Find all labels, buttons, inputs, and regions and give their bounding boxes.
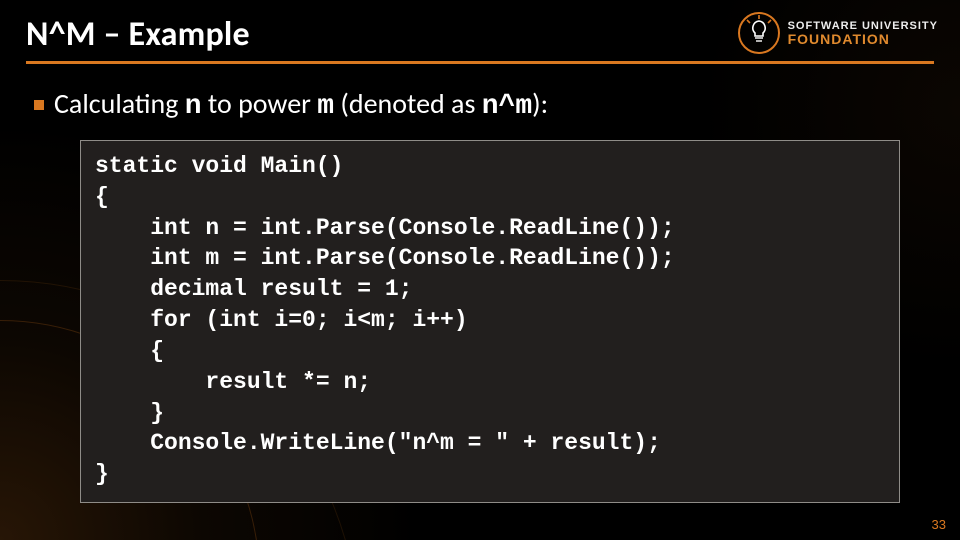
page-number: 33 [932, 517, 946, 532]
logo-text-line2: FOUNDATION [788, 32, 938, 46]
bullet-frag: ): [532, 86, 548, 121]
bullet-text: Calculating n to power m (denoted as n^m… [54, 86, 548, 122]
bullet-frag: to power [202, 86, 318, 121]
logo-text-line1: SOFTWARE UNIVERSITY [788, 21, 938, 32]
inline-code-n: n [185, 91, 202, 122]
bullet-frag: Calculating [54, 86, 185, 121]
slide: SOFTWARE UNIVERSITY FOUNDATION N^M – Exa… [0, 0, 960, 540]
inline-code-m: m [317, 91, 334, 122]
logo: SOFTWARE UNIVERSITY FOUNDATION [738, 12, 938, 54]
inline-code-nm: n^m [482, 91, 532, 122]
bullet-frag: (denoted as [334, 86, 482, 121]
bullet-square-icon [34, 100, 44, 110]
bullet-item: Calculating n to power m (denoted as n^m… [34, 86, 932, 122]
code-block: static void Main() { int n = int.Parse(C… [80, 140, 900, 503]
lightbulb-icon [738, 12, 780, 54]
